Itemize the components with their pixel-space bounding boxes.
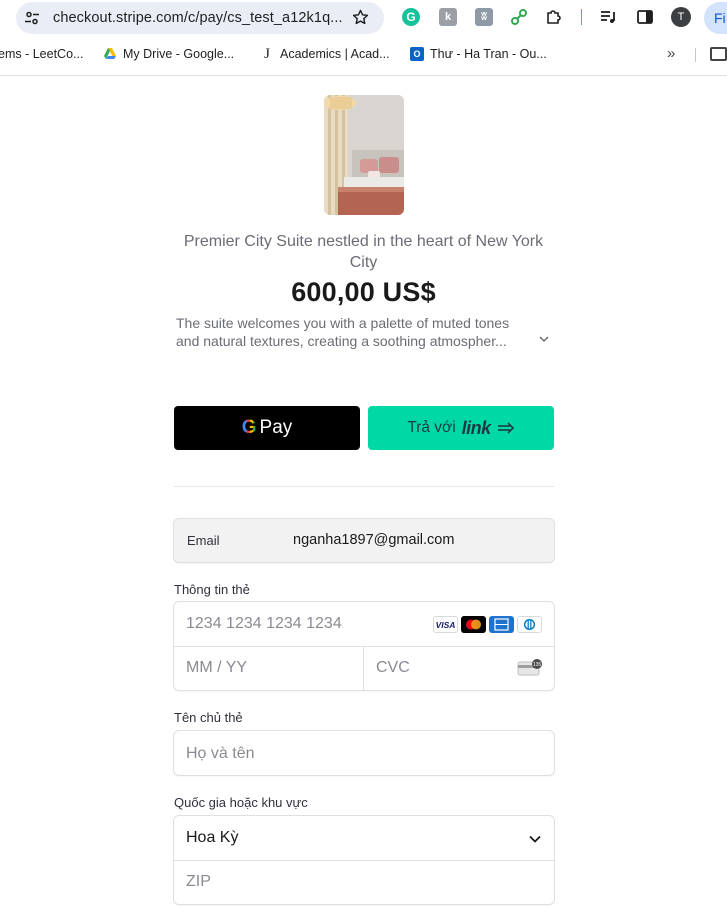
card-divider	[363, 646, 364, 690]
media-icon[interactable]	[599, 8, 617, 26]
puzzle-icon[interactable]	[545, 8, 563, 26]
link-button-label: Trả với	[407, 419, 456, 436]
link-icon[interactable]	[510, 8, 528, 26]
arrow-right-icon	[497, 422, 514, 434]
site-settings-icon[interactable]	[24, 10, 40, 26]
folder-icon[interactable]	[710, 47, 727, 61]
product-name: Premier City Suite nestled in the heart …	[183, 233, 544, 271]
google-pay-button[interactable]: G Pay	[174, 406, 360, 450]
bookmarks-bar: ems - LeetCo... My Drive - Google... J A…	[0, 44, 727, 66]
card-divider	[174, 646, 554, 647]
butterfly-icon[interactable]: ʬ	[475, 8, 493, 26]
cvc-card-icon: 135	[517, 659, 542, 676]
google-g-icon: G	[241, 417, 257, 438]
kami-icon[interactable]: k	[439, 8, 457, 26]
chevron-down-icon[interactable]	[538, 333, 550, 345]
expiry-input[interactable]: MM / YY	[186, 659, 247, 677]
country-divider	[174, 860, 554, 861]
address-bar[interactable]: checkout.stripe.com/c/pay/cs_test_a12k1q…	[16, 2, 384, 34]
description-line: The suite welcomes you with a palette of…	[176, 315, 510, 331]
svg-text:135: 135	[533, 662, 542, 668]
cardholder-label: Tên chủ thẻ	[174, 710, 243, 725]
email-field[interactable]: Email nganha1897@gmail.com	[173, 518, 555, 563]
country-group: Hoa Kỳ ZIP	[173, 815, 555, 905]
bookmarks-separator	[695, 48, 696, 62]
bookmark-outlook[interactable]: O Thư - Ha Tran - Ou...	[410, 47, 547, 61]
country-select[interactable]: Hoa Kỳ	[186, 829, 238, 847]
amex-icon	[489, 616, 514, 633]
product-price: 600,00 US$	[291, 277, 436, 307]
bookmark-google-drive[interactable]: My Drive - Google...	[103, 47, 234, 61]
google-drive-icon	[104, 48, 116, 59]
pay-with-link-button[interactable]: Trả với link	[368, 406, 554, 450]
link-logo: link	[461, 417, 492, 438]
diners-club-icon	[517, 616, 542, 633]
grammarly-icon[interactable]: G	[402, 8, 420, 26]
card-number-input[interactable]: 1234 1234 1234 1234	[186, 615, 342, 633]
bookmark-label: ems - LeetCo...	[0, 47, 84, 61]
visa-icon: VISA	[433, 616, 458, 633]
toolbar-separator	[581, 9, 582, 25]
browser-toolbar: checkout.stripe.com/c/pay/cs_test_a12k1q…	[0, 0, 727, 76]
url-text[interactable]: checkout.stripe.com/c/pay/cs_test_a12k1q…	[53, 10, 343, 26]
product-description[interactable]: The suite welcomes you with a palette of…	[176, 314, 536, 350]
bookmark-academics[interactable]: J Academics | Acad...	[260, 46, 390, 62]
bookmark-label: Academics | Acad...	[280, 47, 390, 61]
bookmark-leetcode[interactable]: ems - LeetCo...	[0, 47, 83, 61]
card-info-label: Thông tin thẻ	[174, 582, 250, 597]
product-image	[324, 95, 404, 215]
email-value[interactable]: nganha1897@gmail.com	[293, 532, 454, 548]
cvc-input[interactable]: CVC	[376, 659, 410, 677]
email-label: Email	[187, 533, 220, 548]
sidepanel-icon[interactable]	[636, 8, 654, 26]
google-pay-label: Pay	[259, 417, 293, 438]
description-line: and natural textures, creating a soothin…	[176, 333, 507, 349]
side-button[interactable]: Fi	[704, 2, 727, 34]
bookmark-label: Thư - Ha Tran - Ou...	[430, 47, 547, 61]
journal-icon: J	[264, 46, 270, 62]
cardholder-name-field[interactable]: Họ và tên	[173, 730, 555, 776]
profile-avatar[interactable]: T	[671, 7, 691, 27]
bookmark-label: My Drive - Google...	[123, 47, 235, 61]
mastercard-icon	[461, 616, 486, 633]
divider	[174, 486, 554, 487]
card-input-group: 1234 1234 1234 1234 VISA MM / YY CVC 135	[173, 601, 555, 691]
chevron-down-icon[interactable]	[528, 832, 542, 846]
zip-input[interactable]: ZIP	[186, 873, 211, 891]
cardholder-name-input[interactable]: Họ và tên	[186, 745, 254, 763]
bookmark-star-icon[interactable]	[351, 8, 370, 27]
outlook-icon: O	[410, 47, 424, 61]
bookmarks-overflow-button[interactable]: »	[667, 45, 675, 62]
country-label: Quốc gia hoặc khu vực	[174, 795, 308, 810]
